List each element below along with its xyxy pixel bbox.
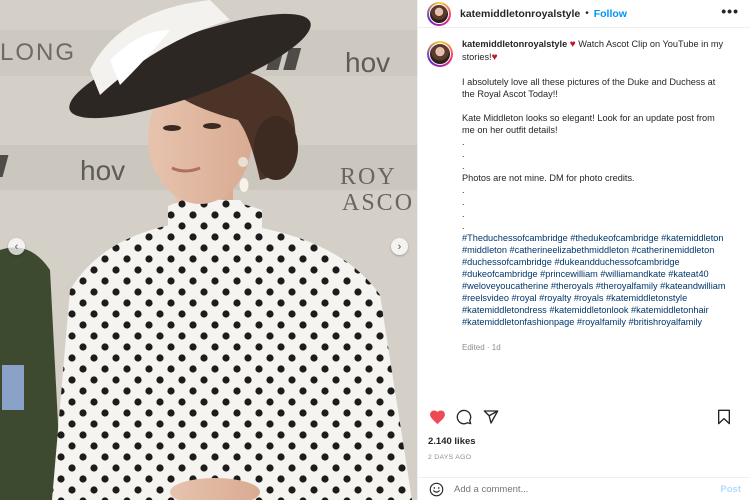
sign-text-hov-mid: hov bbox=[80, 155, 125, 186]
carousel-prev-button[interactable]: ‹ bbox=[8, 238, 25, 255]
post-side-panel: katemiddletonroyalstyle • Follow ••• kat… bbox=[417, 0, 750, 500]
caption-comment: katemiddletonroyalstyle ♥ Watch Ascot Cl… bbox=[427, 38, 739, 354]
like-button[interactable] bbox=[428, 408, 446, 426]
caption-dot: . bbox=[462, 209, 465, 219]
chevron-left-icon: ‹ bbox=[14, 240, 19, 253]
share-button[interactable] bbox=[482, 408, 500, 426]
caption-dot: . bbox=[462, 161, 465, 171]
more-options-icon[interactable]: ••• bbox=[721, 3, 739, 19]
chevron-right-icon: › bbox=[397, 240, 402, 253]
post-header: katemiddletonroyalstyle • Follow ••• bbox=[418, 0, 750, 28]
heart-icon bbox=[429, 410, 445, 425]
comment-bar: Post bbox=[418, 477, 750, 500]
caption-area: katemiddletonroyalstyle ♥ Watch Ascot Cl… bbox=[418, 28, 750, 390]
bookmark-icon bbox=[718, 409, 730, 425]
caption-dot: . bbox=[462, 221, 465, 231]
caption-paragraph-1: I absolutely love all these pictures of … bbox=[462, 77, 716, 99]
header-separator: • bbox=[585, 8, 589, 19]
emoji-button[interactable] bbox=[428, 481, 444, 497]
caption-dot: . bbox=[462, 185, 465, 195]
red-heart-icon: ♥ bbox=[491, 52, 498, 63]
likes-count[interactable]: 2.140 likes bbox=[428, 436, 476, 447]
comment-icon bbox=[456, 409, 472, 425]
photo-illustration: LONG hov hov ROY ASCO bbox=[0, 0, 417, 500]
post-photo[interactable]: LONG hov hov ROY ASCO ‹ › bbox=[0, 0, 417, 500]
smiley-icon bbox=[429, 482, 443, 496]
caption-avatar[interactable] bbox=[427, 41, 453, 67]
caption-paragraph-2: Kate Middleton looks so elegant! Look fo… bbox=[462, 113, 715, 135]
post-timestamp[interactable]: 2 DAYS AGO bbox=[428, 454, 471, 461]
avatar[interactable] bbox=[427, 1, 451, 26]
caption-username[interactable]: katemiddletonroyalstyle bbox=[462, 39, 567, 49]
carousel-next-button[interactable]: › bbox=[391, 238, 408, 255]
action-bar bbox=[418, 404, 750, 430]
header-username[interactable]: katemiddletonroyalstyle bbox=[460, 8, 580, 20]
caption-dot: . bbox=[462, 137, 465, 147]
comment-input[interactable] bbox=[454, 483, 704, 495]
sign-text-long: LONG bbox=[0, 39, 76, 66]
caption-body: katemiddletonroyalstyle ♥ Watch Ascot Cl… bbox=[462, 38, 730, 354]
caption-dot: . bbox=[462, 149, 465, 159]
caption-dot: . bbox=[462, 197, 465, 207]
sign-text-hov-top: hov bbox=[345, 47, 390, 78]
caption-credits: Photos are not mine. DM for photo credit… bbox=[462, 173, 635, 183]
edited-timestamp: Edited · 1d bbox=[462, 343, 501, 352]
post-comment-button[interactable]: Post bbox=[720, 484, 741, 495]
caption-hashtags[interactable]: #Theduchessofcambridge #theduke​ofcambri… bbox=[462, 232, 730, 328]
red-heart-icon: ♥ bbox=[569, 39, 576, 50]
share-icon bbox=[483, 410, 499, 424]
comment-button[interactable] bbox=[455, 408, 473, 426]
follow-button[interactable]: Follow bbox=[594, 8, 627, 20]
sign-text-asco: ASCO bbox=[342, 190, 414, 216]
sign-text-roy: ROY bbox=[340, 164, 397, 190]
save-button[interactable] bbox=[715, 408, 733, 426]
